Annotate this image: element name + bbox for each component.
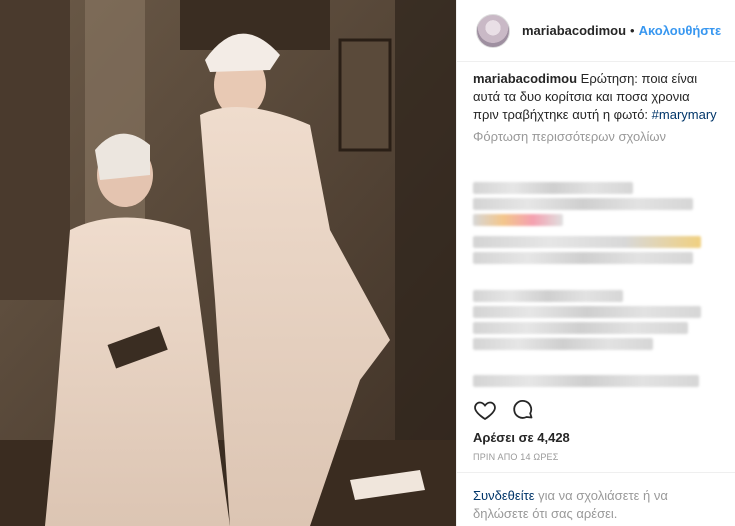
photo-image xyxy=(0,0,456,526)
blurred-comment xyxy=(473,338,653,350)
blurred-comment xyxy=(473,322,688,334)
caption-username[interactable]: mariabacodimou xyxy=(473,71,577,86)
blurred-comment xyxy=(473,252,693,264)
post-timestamp[interactable]: ΠΡΙΝ ΑΠΟ 14 ΩΡΕΣ xyxy=(473,452,559,462)
post-caption: mariabacodimou Ερώτηση: ποια είναι αυτά … xyxy=(457,62,735,124)
blurred-comment xyxy=(473,236,701,248)
blurred-comment xyxy=(473,182,633,194)
post-photo[interactable] xyxy=(0,0,456,526)
load-more-comments-button[interactable]: Φόρτωση περισσότερων σχολίων xyxy=(457,124,735,146)
heart-icon[interactable] xyxy=(473,398,497,427)
login-link[interactable]: Συνδεθείτε xyxy=(473,488,535,503)
separator-dot: • xyxy=(630,23,635,38)
blurred-comment xyxy=(473,375,699,387)
blurred-comment xyxy=(473,198,693,210)
blurred-comment xyxy=(473,306,701,318)
likes-count[interactable]: Αρέσει σε 4,428 xyxy=(473,430,570,445)
blurred-comment xyxy=(473,214,563,226)
avatar[interactable] xyxy=(476,13,510,48)
post-actions xyxy=(473,398,535,427)
caption-hashtag[interactable]: #marymary xyxy=(652,107,717,122)
post-header: mariabacodimou • Ακολουθήστε xyxy=(457,0,735,62)
post-sidebar: mariabacodimou • Ακολουθήστε mariabacodi… xyxy=(456,0,735,526)
instagram-post: mariabacodimou • Ακολουθήστε mariabacodi… xyxy=(0,0,735,526)
header-username[interactable]: mariabacodimou xyxy=(522,23,626,38)
comment-icon[interactable] xyxy=(511,398,535,427)
follow-button[interactable]: Ακολουθήστε xyxy=(639,23,722,38)
login-prompt: Συνδεθείτε για να σχολιάσετε ή να δηλώσε… xyxy=(457,472,735,523)
blurred-comment xyxy=(473,290,623,302)
